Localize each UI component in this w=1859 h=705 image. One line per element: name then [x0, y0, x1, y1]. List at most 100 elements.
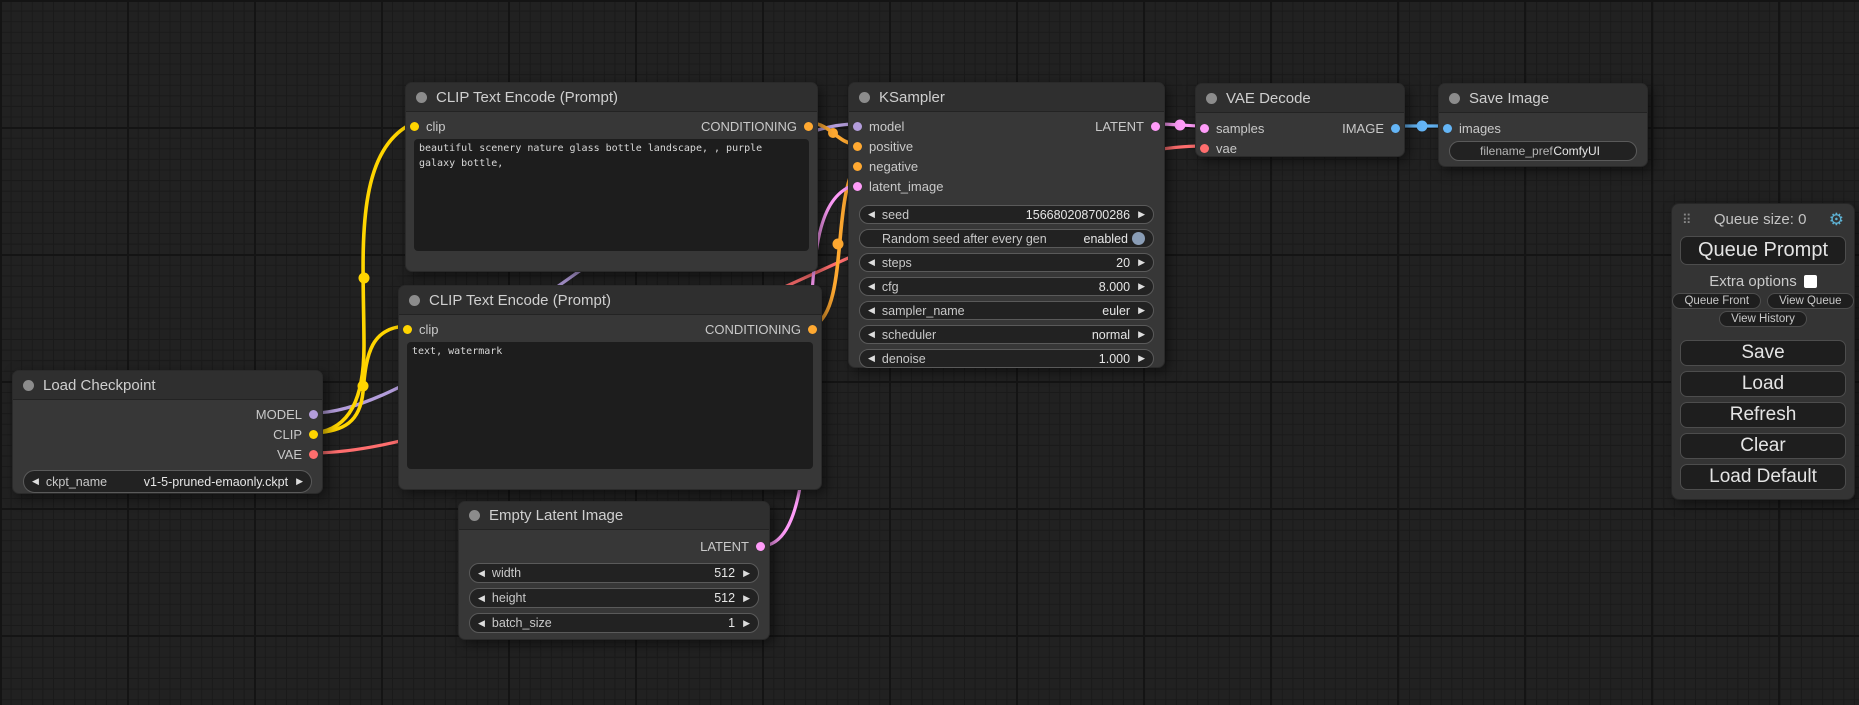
decrement-arrow-icon[interactable]: ◀: [478, 594, 485, 603]
node-ksampler[interactable]: KSampler model positive negative latent_…: [848, 82, 1165, 368]
conditioning-slot-dot-icon[interactable]: [808, 325, 817, 334]
increment-arrow-icon[interactable]: ▶: [1138, 306, 1145, 315]
conditioning-slot-dot-icon[interactable]: [853, 162, 862, 171]
clip-slot-dot-icon[interactable]: [403, 325, 412, 334]
reroute-dot-conditioning-2[interactable]: [833, 239, 844, 250]
output-slot-vae[interactable]: VAE: [13, 444, 322, 464]
increment-arrow-icon[interactable]: ▶: [1138, 210, 1145, 219]
widget-seed[interactable]: ◀ seed 156680208700286 ▶: [859, 205, 1154, 224]
graph-canvas[interactable]: Load Checkpoint MODEL CLIP VAE ◀ ckpt_na…: [0, 0, 1859, 705]
output-slot-conditioning[interactable]: CONDITIONING: [705, 319, 821, 339]
vae-slot-dot-icon[interactable]: [1200, 144, 1209, 153]
node-save-image[interactable]: Save Image images filename_prefix ComfyU…: [1438, 83, 1648, 167]
node-title-bar[interactable]: Empty Latent Image: [459, 502, 769, 530]
decrement-arrow-icon[interactable]: ◀: [478, 569, 485, 578]
queue-front-button[interactable]: Queue Front: [1672, 293, 1761, 309]
decrement-arrow-icon[interactable]: ◀: [868, 282, 875, 291]
input-slot-vae[interactable]: vae: [1196, 138, 1404, 158]
node-vae-decode[interactable]: VAE Decode samples vae IMAGE: [1195, 83, 1405, 157]
reroute-dot-clip-2[interactable]: [358, 381, 369, 392]
latent-slot-dot-icon[interactable]: [1151, 122, 1160, 131]
clip-slot-dot-icon[interactable]: [410, 122, 419, 131]
increment-arrow-icon[interactable]: ▶: [743, 619, 750, 628]
increment-arrow-icon[interactable]: ▶: [1138, 330, 1145, 339]
node-title-bar[interactable]: VAE Decode: [1196, 84, 1404, 113]
save-button[interactable]: Save: [1680, 340, 1846, 366]
toggle-indicator-icon[interactable]: [1132, 232, 1145, 245]
latent-slot-dot-icon[interactable]: [1200, 124, 1209, 133]
collapse-dot-icon[interactable]: [23, 380, 34, 391]
load-button[interactable]: Load: [1680, 371, 1846, 397]
image-slot-dot-icon[interactable]: [1443, 124, 1452, 133]
output-slot-latent[interactable]: LATENT: [459, 536, 769, 556]
reroute-dot-clip-1[interactable]: [359, 273, 370, 284]
prev-value-arrow-icon[interactable]: ◀: [32, 477, 39, 486]
widget-denoise[interactable]: ◀ denoise 1.000 ▶: [859, 349, 1154, 368]
reroute-dot-image[interactable]: [1417, 121, 1428, 132]
next-value-arrow-icon[interactable]: ▶: [296, 477, 303, 486]
widget-random-seed[interactable]: Random seed after every gen enabled: [859, 229, 1154, 248]
collapse-dot-icon[interactable]: [1206, 93, 1217, 104]
latent-slot-dot-icon[interactable]: [756, 542, 765, 551]
output-slot-clip[interactable]: CLIP: [13, 424, 322, 444]
clear-button[interactable]: Clear: [1680, 433, 1846, 459]
collapse-dot-icon[interactable]: [859, 92, 870, 103]
node-empty-latent-image[interactable]: Empty Latent Image LATENT ◀ width 512 ▶ …: [458, 501, 770, 640]
collapse-dot-icon[interactable]: [469, 510, 480, 521]
decrement-arrow-icon[interactable]: ◀: [868, 330, 875, 339]
reroute-dot-latent[interactable]: [1175, 120, 1186, 131]
queue-prompt-button[interactable]: Queue Prompt: [1680, 236, 1846, 265]
decrement-arrow-icon[interactable]: ◀: [868, 306, 875, 315]
extra-options-checkbox[interactable]: [1804, 275, 1817, 288]
widget-batch-size[interactable]: ◀ batch_size 1 ▶: [469, 613, 759, 633]
clip-slot-dot-icon[interactable]: [309, 430, 318, 439]
collapse-dot-icon[interactable]: [409, 295, 420, 306]
increment-arrow-icon[interactable]: ▶: [743, 594, 750, 603]
node-clip-text-encode-negative[interactable]: CLIP Text Encode (Prompt) clip CONDITION…: [398, 285, 822, 490]
reroute-dot-conditioning-1[interactable]: [828, 128, 838, 138]
view-queue-button[interactable]: View Queue: [1767, 293, 1853, 309]
output-slot-model[interactable]: MODEL: [13, 404, 322, 424]
input-slot-negative[interactable]: negative: [849, 156, 1164, 176]
decrement-arrow-icon[interactable]: ◀: [478, 619, 485, 628]
node-title-bar[interactable]: KSampler: [849, 83, 1164, 112]
decrement-arrow-icon[interactable]: ◀: [868, 210, 875, 219]
widget-ckpt-name[interactable]: ◀ ckpt_name v1-5-pruned-emaonly.ckpt ▶: [23, 470, 312, 493]
collapse-dot-icon[interactable]: [1449, 93, 1460, 104]
widget-scheduler[interactable]: ◀ scheduler normal ▶: [859, 325, 1154, 344]
input-slot-images[interactable]: images: [1439, 118, 1647, 138]
latent-slot-dot-icon[interactable]: [853, 182, 862, 191]
node-load-checkpoint[interactable]: Load Checkpoint MODEL CLIP VAE ◀ ckpt_na…: [12, 370, 323, 494]
increment-arrow-icon[interactable]: ▶: [1138, 282, 1145, 291]
prompt-textarea[interactable]: beautiful scenery nature glass bottle la…: [414, 139, 809, 251]
decrement-arrow-icon[interactable]: ◀: [868, 258, 875, 267]
input-slot-positive[interactable]: positive: [849, 136, 1164, 156]
drag-handle-icon[interactable]: ⠿: [1682, 212, 1692, 228]
vae-slot-dot-icon[interactable]: [309, 450, 318, 459]
collapse-dot-icon[interactable]: [416, 92, 427, 103]
output-slot-image[interactable]: IMAGE: [1342, 118, 1404, 138]
node-title-bar[interactable]: CLIP Text Encode (Prompt): [399, 286, 821, 315]
increment-arrow-icon[interactable]: ▶: [1138, 354, 1145, 363]
refresh-button[interactable]: Refresh: [1680, 402, 1846, 428]
node-clip-text-encode-positive[interactable]: CLIP Text Encode (Prompt) clip CONDITION…: [405, 82, 818, 272]
widget-width[interactable]: ◀ width 512 ▶: [469, 563, 759, 583]
increment-arrow-icon[interactable]: ▶: [743, 569, 750, 578]
output-slot-latent[interactable]: LATENT: [1095, 116, 1164, 136]
node-title-bar[interactable]: Load Checkpoint: [13, 371, 322, 400]
decrement-arrow-icon[interactable]: ◀: [868, 354, 875, 363]
input-slot-latent-image[interactable]: latent_image: [849, 176, 1164, 196]
model-slot-dot-icon[interactable]: [853, 122, 862, 131]
queue-panel[interactable]: ⠿ Queue size: 0 ⚙ Queue Prompt Extra opt…: [1671, 203, 1855, 500]
widget-steps[interactable]: ◀ steps 20 ▶: [859, 253, 1154, 272]
load-default-button[interactable]: Load Default: [1680, 464, 1846, 490]
widget-sampler-name[interactable]: ◀ sampler_name euler ▶: [859, 301, 1154, 320]
settings-gear-icon[interactable]: ⚙: [1829, 211, 1844, 228]
conditioning-slot-dot-icon[interactable]: [804, 122, 813, 131]
node-title-bar[interactable]: CLIP Text Encode (Prompt): [406, 83, 817, 112]
view-history-button[interactable]: View History: [1719, 311, 1807, 327]
prompt-textarea[interactable]: text, watermark: [407, 342, 813, 469]
output-slot-conditioning[interactable]: CONDITIONING: [701, 116, 817, 136]
conditioning-slot-dot-icon[interactable]: [853, 142, 862, 151]
widget-cfg[interactable]: ◀ cfg 8.000 ▶: [859, 277, 1154, 296]
